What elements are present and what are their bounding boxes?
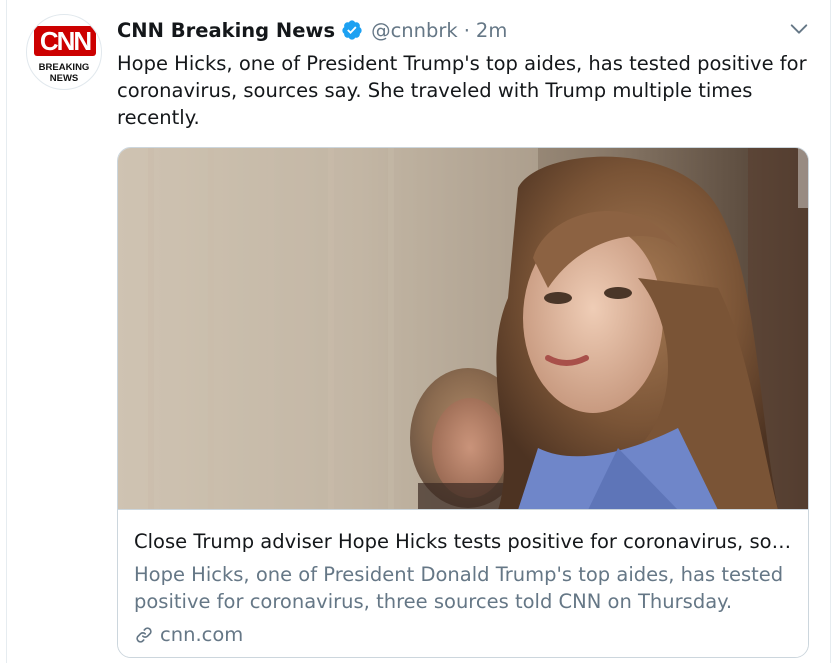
card-domain-text: cnn.com [160, 623, 244, 646]
card-body[interactable]: Close Trump adviser Hope Hicks tests pos… [118, 511, 808, 657]
tweet-text: Hope Hicks, one of President Trump's top… [117, 52, 807, 129]
author-name[interactable]: CNN Breaking News [117, 19, 335, 42]
chevron-down-icon[interactable] [788, 18, 810, 40]
tweet-header: CNN Breaking News @cnnbrk · 2m [117, 16, 507, 44]
card-title[interactable]: Close Trump adviser Hope Hicks tests pos… [134, 529, 802, 555]
card-description: Hope Hicks, one of President Donald Trum… [134, 563, 784, 613]
avatar-tag-line2: NEWS [49, 73, 79, 84]
card-domain[interactable]: cnn.com [134, 623, 243, 646]
cnn-logo: CNN [34, 26, 96, 56]
header-separator: · [463, 18, 470, 42]
author-handle[interactable]: @cnnbrk [371, 19, 458, 42]
verified-badge-icon [342, 20, 362, 40]
link-icon [136, 626, 152, 643]
card-image[interactable] [118, 148, 808, 510]
avatar[interactable]: CNN BREAKING NEWS [26, 14, 102, 90]
tweet-timestamp[interactable]: 2m [476, 19, 507, 42]
news-photo [118, 148, 808, 509]
timeline-border-left [6, 0, 7, 663]
timeline-border-right [830, 0, 831, 663]
avatar-tag-line1: BREAKING [38, 62, 90, 73]
tweet[interactable]: CNN BREAKING NEWS CNN Breaking News @cnn… [0, 0, 837, 663]
link-preview-card[interactable]: Close Trump adviser Hope Hicks tests pos… [117, 147, 809, 658]
